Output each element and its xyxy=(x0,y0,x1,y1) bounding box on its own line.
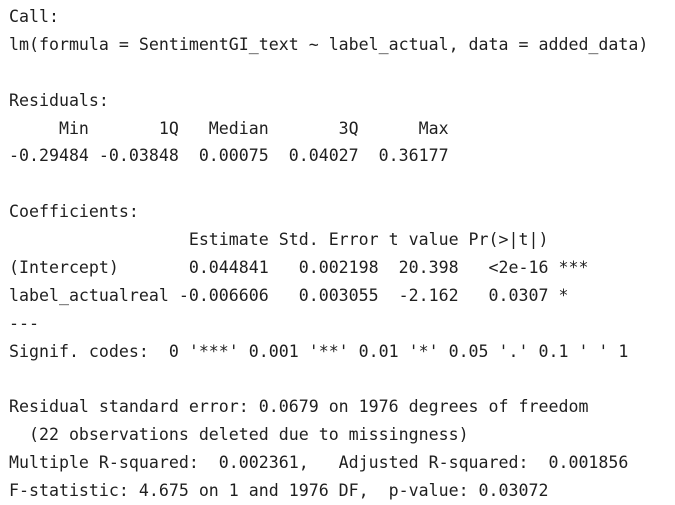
residual-standard-error-line: Residual standard error: 0.0679 on 1976 … xyxy=(9,397,589,417)
call-formula: lm(formula = SentimentGI_text ~ label_ac… xyxy=(9,34,649,54)
coefficients-row-label-actualreal: label_actualreal -0.006606 0.003055 -2.1… xyxy=(9,285,589,305)
coefficients-row-intercept: (Intercept) 0.044841 0.002198 20.398 <2e… xyxy=(9,258,589,278)
coefficients-heading: Coefficients: xyxy=(9,202,139,222)
r-squared-line: Multiple R-squared: 0.002361, Adjusted R… xyxy=(9,453,639,473)
missingness-note-line: (22 observations deleted due to missingn… xyxy=(9,425,469,445)
coefficients-header-row: Estimate Std. Error t value Pr(>|t|) xyxy=(9,230,589,250)
residuals-header-row: Min 1Q Median 3Q Max xyxy=(9,118,459,138)
call-heading: Call: xyxy=(9,7,59,26)
residuals-values-row: -0.29484 -0.03848 0.00075 0.04027 0.3617… xyxy=(9,146,459,166)
separator-line: --- xyxy=(9,313,39,333)
signif-codes-line: Signif. codes: 0 '***' 0.001 '**' 0.01 '… xyxy=(9,341,629,361)
residuals-heading: Residuals: xyxy=(9,90,109,110)
r-console-output: Call: lm(formula = SentimentGI_text ~ la… xyxy=(0,0,675,501)
